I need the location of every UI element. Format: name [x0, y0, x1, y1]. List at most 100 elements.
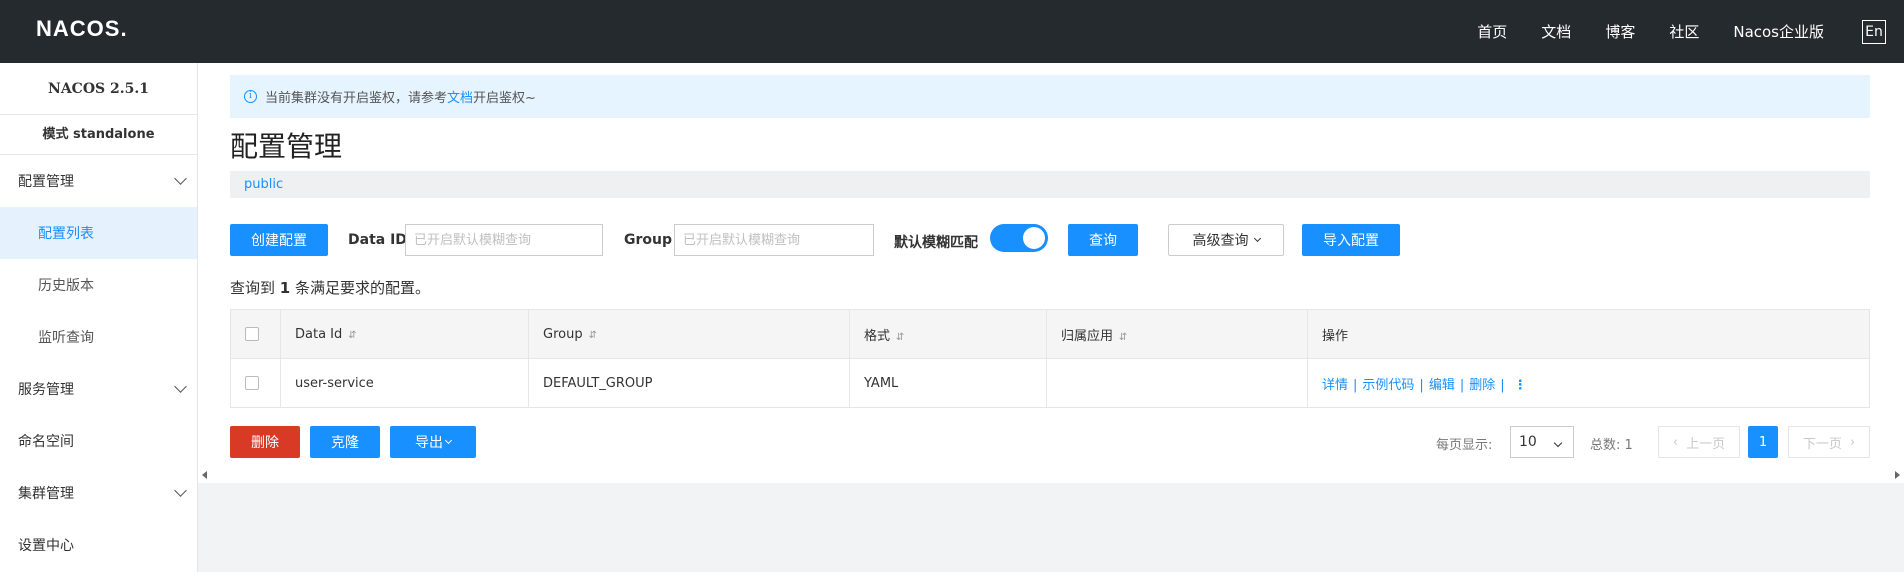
batch-delete-button[interactable]: 删除: [230, 426, 300, 458]
mode-label: 模式 standalone: [0, 115, 197, 155]
sort-icon[interactable]: ⇵: [589, 330, 597, 341]
sidebar-item-label: 设置中心: [18, 538, 74, 554]
advanced-query-button[interactable]: 高级查询: [1168, 224, 1284, 256]
next-page-button[interactable]: 下一页 ›: [1788, 426, 1870, 458]
main-content: i 当前集群没有开启鉴权，请参考 文档 开启鉴权~ 配置管理 public 创建…: [198, 63, 1904, 483]
action-separator: |: [1353, 377, 1358, 393]
fuzzy-match-toggle[interactable]: [990, 224, 1048, 252]
import-config-button[interactable]: 导入配置: [1302, 224, 1400, 256]
column-label: 操作: [1322, 328, 1349, 344]
table-header-row: Data Id ⇵ Group ⇵ 格式 ⇵ 归属应用 ⇵ 操作: [230, 309, 1870, 359]
sidebar-item-label: 服务管理: [18, 382, 74, 398]
chevron-down-icon: [444, 436, 453, 444]
sidebar-item-config-mgmt[interactable]: 配置管理: [0, 155, 197, 207]
top-nav: 首页 文档 博客 社区 Nacos企业版 En: [1443, 0, 1886, 63]
nacos-logo[interactable]: NACOS.: [36, 16, 128, 42]
result-count: 1: [279, 279, 291, 297]
chevron-down-icon: [174, 172, 187, 185]
result-prefix: 查询到: [230, 279, 276, 297]
notice-docs-link[interactable]: 文档: [447, 87, 473, 106]
detail-link[interactable]: 详情: [1322, 378, 1348, 393]
page-number-1[interactable]: 1: [1748, 426, 1778, 458]
data-id-label: Data ID: [348, 232, 407, 248]
group-label: Group: [624, 232, 673, 248]
column-header-format[interactable]: 格式 ⇵: [849, 309, 1047, 359]
scroll-right-icon[interactable]: [1895, 471, 1900, 479]
sidebar-item-config-list[interactable]: 配置列表: [0, 207, 197, 259]
sidebar-item-label: 集群管理: [18, 486, 74, 502]
cell-data-id: user-service: [280, 358, 529, 408]
sidebar-item-listen-query[interactable]: 监听查询: [0, 311, 197, 363]
info-icon: i: [244, 90, 257, 103]
result-suffix: 条满足要求的配置。: [295, 279, 431, 297]
fuzzy-match-label: 默认模糊匹配: [894, 235, 978, 251]
sidebar-item-label: 命名空间: [18, 434, 74, 450]
sample-code-link[interactable]: 示例代码: [1362, 378, 1414, 393]
chevron-left-icon: ‹: [1672, 434, 1679, 450]
batch-clone-button[interactable]: 克隆: [310, 426, 380, 458]
language-toggle-button[interactable]: En: [1862, 19, 1886, 44]
action-separator: |: [1419, 377, 1424, 393]
group-input[interactable]: [674, 224, 874, 256]
nav-community[interactable]: 社区: [1669, 21, 1699, 42]
sidebar: NACOS 2.5.1 模式 standalone 配置管理 配置列表 历史版本…: [0, 63, 198, 572]
create-config-button[interactable]: 创建配置: [230, 224, 328, 256]
column-header-data-id[interactable]: Data Id ⇵: [280, 309, 529, 359]
sort-icon[interactable]: ⇵: [896, 332, 904, 343]
table-row: user-service DEFAULT_GROUP YAML 详情 | 示例代码 |…: [230, 358, 1870, 408]
query-button[interactable]: 查询: [1068, 224, 1138, 256]
sidebar-item-service-mgmt[interactable]: 服务管理: [0, 363, 197, 415]
toggle-knob: [1023, 227, 1045, 249]
cell-actions: 详情 | 示例代码 | 编辑 | 删除 | ⋮: [1307, 358, 1870, 408]
nav-enterprise[interactable]: Nacos企业版: [1733, 21, 1824, 42]
notice-text-after: 开启鉴权~: [473, 91, 536, 106]
data-id-input[interactable]: [405, 224, 603, 256]
column-label: Group: [543, 326, 583, 342]
delete-link[interactable]: 删除: [1469, 378, 1495, 393]
page-size-value: 10: [1519, 434, 1537, 450]
sidebar-item-history[interactable]: 历史版本: [0, 259, 197, 311]
nav-home[interactable]: 首页: [1477, 21, 1507, 42]
sort-icon[interactable]: ⇵: [1119, 332, 1127, 343]
next-page-label: 下一页: [1802, 436, 1842, 452]
column-header-app[interactable]: 归属应用 ⇵: [1046, 309, 1308, 359]
nav-docs[interactable]: 文档: [1541, 21, 1571, 42]
sort-icon[interactable]: ⇵: [348, 330, 356, 341]
notice-text-before: 当前集群没有开启鉴权，请参考: [265, 91, 448, 106]
prev-page-label: 上一页: [1686, 436, 1726, 452]
select-all-checkbox[interactable]: [245, 327, 259, 341]
edit-link[interactable]: 编辑: [1429, 378, 1455, 393]
sidebar-item-settings[interactable]: 设置中心: [0, 519, 197, 571]
cell-group: DEFAULT_GROUP: [528, 358, 850, 408]
header-select-all: [230, 309, 281, 359]
column-label: 格式: [864, 328, 891, 344]
chevron-down-icon: [174, 380, 187, 393]
page-title: 配置管理: [230, 130, 343, 163]
action-separator: |: [1500, 377, 1505, 393]
page-size-label: 每页显示:: [1436, 438, 1493, 453]
export-button[interactable]: 导出: [390, 426, 476, 458]
config-table: Data Id ⇵ Group ⇵ 格式 ⇵ 归属应用 ⇵ 操作 user-servic…: [230, 309, 1870, 408]
horizontal-scrollbar[interactable]: [198, 468, 1904, 480]
chevron-down-icon: [174, 484, 187, 497]
column-label: Data Id: [295, 326, 343, 342]
namespace-bar: public: [230, 171, 1870, 198]
column-header-actions: 操作: [1307, 309, 1870, 359]
chevron-right-icon: ›: [1849, 434, 1856, 450]
nav-blog[interactable]: 博客: [1605, 21, 1635, 42]
namespace-tab-public[interactable]: public: [244, 177, 283, 192]
cell-app: [1046, 358, 1308, 408]
column-header-group[interactable]: Group ⇵: [528, 309, 850, 359]
chevron-down-icon: [1553, 438, 1563, 448]
prev-page-button[interactable]: ‹ 上一页: [1658, 426, 1740, 458]
advanced-query-label: 高级查询: [1192, 233, 1249, 249]
sidebar-item-namespace[interactable]: 命名空间: [0, 415, 197, 467]
scroll-left-icon[interactable]: [202, 471, 207, 479]
sidebar-item-cluster-mgmt[interactable]: 集群管理: [0, 467, 197, 519]
column-label: 归属应用: [1061, 328, 1114, 344]
auth-notice: i 当前集群没有开启鉴权，请参考 文档 开启鉴权~: [230, 75, 1870, 118]
more-vertical-icon[interactable]: ⋮: [1514, 378, 1527, 393]
row-checkbox[interactable]: [245, 376, 259, 390]
sidebar-item-label: 配置管理: [18, 174, 74, 190]
page-size-select[interactable]: 10: [1510, 426, 1574, 458]
